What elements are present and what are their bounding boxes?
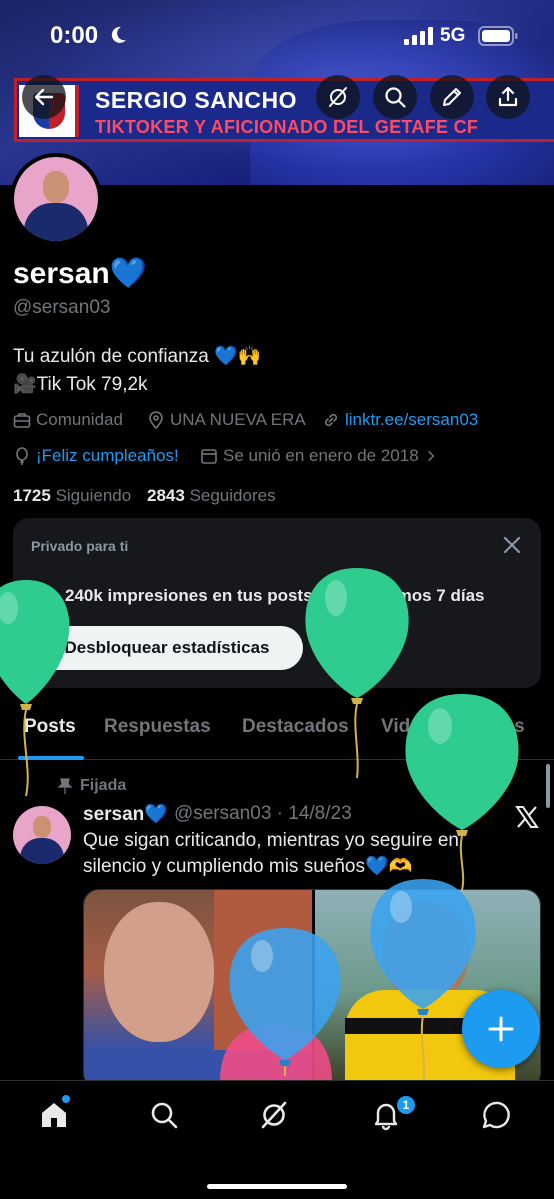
back-arrow-icon bbox=[34, 88, 54, 106]
search-button[interactable] bbox=[373, 75, 417, 119]
home-indicator bbox=[207, 1184, 347, 1189]
chevron-right-icon bbox=[427, 450, 434, 462]
link-icon bbox=[324, 413, 338, 427]
status-time: 0:00 bbox=[50, 22, 99, 49]
website-link[interactable]: linktr.ee/sersan03 bbox=[322, 410, 478, 430]
nav-messages[interactable] bbox=[480, 1099, 516, 1135]
scrollbar[interactable] bbox=[546, 764, 550, 808]
banner-line2: TIKTOKER Y AFICIONADO DEL GETAFE CF bbox=[95, 117, 479, 137]
location-pin-icon bbox=[149, 411, 163, 429]
messages-icon bbox=[482, 1101, 510, 1129]
nav-search[interactable] bbox=[148, 1099, 184, 1135]
website-link-text[interactable]: linktr.ee/sersan03 bbox=[345, 410, 478, 430]
user-handle: @sersan03 bbox=[13, 297, 111, 318]
home-icon bbox=[42, 1103, 66, 1127]
moon-icon bbox=[111, 26, 126, 43]
calendar-icon bbox=[201, 449, 217, 464]
edit-button[interactable] bbox=[430, 75, 474, 119]
battery-icon bbox=[478, 26, 518, 46]
analytics-card-title: Privado para ti bbox=[31, 538, 129, 554]
home-notification-dot bbox=[62, 1095, 70, 1103]
back-button[interactable] bbox=[22, 75, 66, 119]
birthday-text[interactable]: ¡Feliz cumpleaños! bbox=[36, 446, 179, 466]
signal-bars-icon bbox=[404, 27, 433, 45]
grok-icon bbox=[261, 1101, 287, 1129]
joined-text: Se unió en enero de 2018 bbox=[223, 446, 419, 465]
followers-count: 2843 bbox=[147, 486, 185, 505]
share-button[interactable] bbox=[486, 75, 530, 119]
blue-balloon-1 bbox=[370, 879, 476, 1086]
following-label: Siguiendo bbox=[55, 486, 132, 505]
briefcase-icon bbox=[13, 413, 31, 428]
location-text: UNA NUEVA ERA bbox=[170, 410, 306, 429]
post-meta: @sersan03 · 14/8/23 bbox=[173, 803, 352, 824]
post-avatar[interactable] bbox=[13, 806, 71, 864]
analytics-card: Privado para ti 240k impresiones en tus … bbox=[13, 518, 541, 688]
location-row: UNA NUEVA ERA bbox=[147, 410, 306, 430]
balloon-icon bbox=[16, 447, 28, 465]
banner-nameplate: SERGIO SANCHO TIKTOKER Y AFICIONADO DEL … bbox=[14, 78, 554, 142]
close-icon[interactable] bbox=[501, 534, 523, 556]
search-icon bbox=[385, 87, 406, 108]
compose-button[interactable] bbox=[462, 990, 540, 1068]
following-count: 1725 bbox=[13, 486, 51, 505]
banner-line1: SERGIO SANCHO bbox=[95, 87, 298, 113]
green-balloon-2 bbox=[305, 568, 409, 779]
share-icon bbox=[498, 86, 518, 107]
plus-icon bbox=[488, 1016, 514, 1042]
impressions-text: 240k impresiones en tus posts en los últ… bbox=[65, 586, 485, 605]
notifications-badge: 1 bbox=[396, 1095, 416, 1115]
nav-home[interactable] bbox=[38, 1099, 74, 1135]
grok-button[interactable] bbox=[316, 75, 360, 119]
green-balloon-1 bbox=[0, 580, 70, 797]
blue-balloon-2 bbox=[229, 928, 341, 1076]
joined-row[interactable]: Se unió en enero de 2018 bbox=[200, 446, 438, 466]
green-balloon-3 bbox=[405, 694, 519, 891]
bottom-navigation: 1 bbox=[0, 1080, 554, 1199]
display-name: sersan💙 bbox=[13, 257, 148, 290]
tab-replies[interactable]: Respuestas bbox=[104, 716, 211, 738]
network-type: 5G bbox=[440, 25, 466, 46]
search-icon bbox=[151, 1102, 178, 1129]
post-header: sersan💙 @sersan03 · 14/8/23 bbox=[83, 802, 352, 826]
profile-avatar[interactable] bbox=[10, 153, 102, 245]
status-bar: 0:00 5G bbox=[0, 0, 554, 70]
pinned-label: Fijada bbox=[80, 777, 127, 794]
category-text: Comunidad bbox=[36, 410, 123, 429]
category-row: Comunidad bbox=[13, 410, 123, 430]
pencil-icon bbox=[443, 88, 461, 106]
post-author-name[interactable]: sersan💙 bbox=[83, 802, 168, 826]
bio-line-2: 🎥Tik Tok 79,2k bbox=[13, 374, 148, 395]
followers-link[interactable]: 2843 Seguidores bbox=[147, 486, 276, 506]
bio-line-1: Tu azulón de confianza 💙🙌 bbox=[13, 346, 262, 367]
grok-icon bbox=[329, 87, 347, 107]
birthday-row[interactable]: ¡Feliz cumpleaños! bbox=[13, 446, 179, 466]
followers-label: Seguidores bbox=[189, 486, 276, 505]
nav-grok[interactable] bbox=[258, 1099, 294, 1135]
following-link[interactable]: 1725 Siguiendo bbox=[13, 486, 131, 506]
